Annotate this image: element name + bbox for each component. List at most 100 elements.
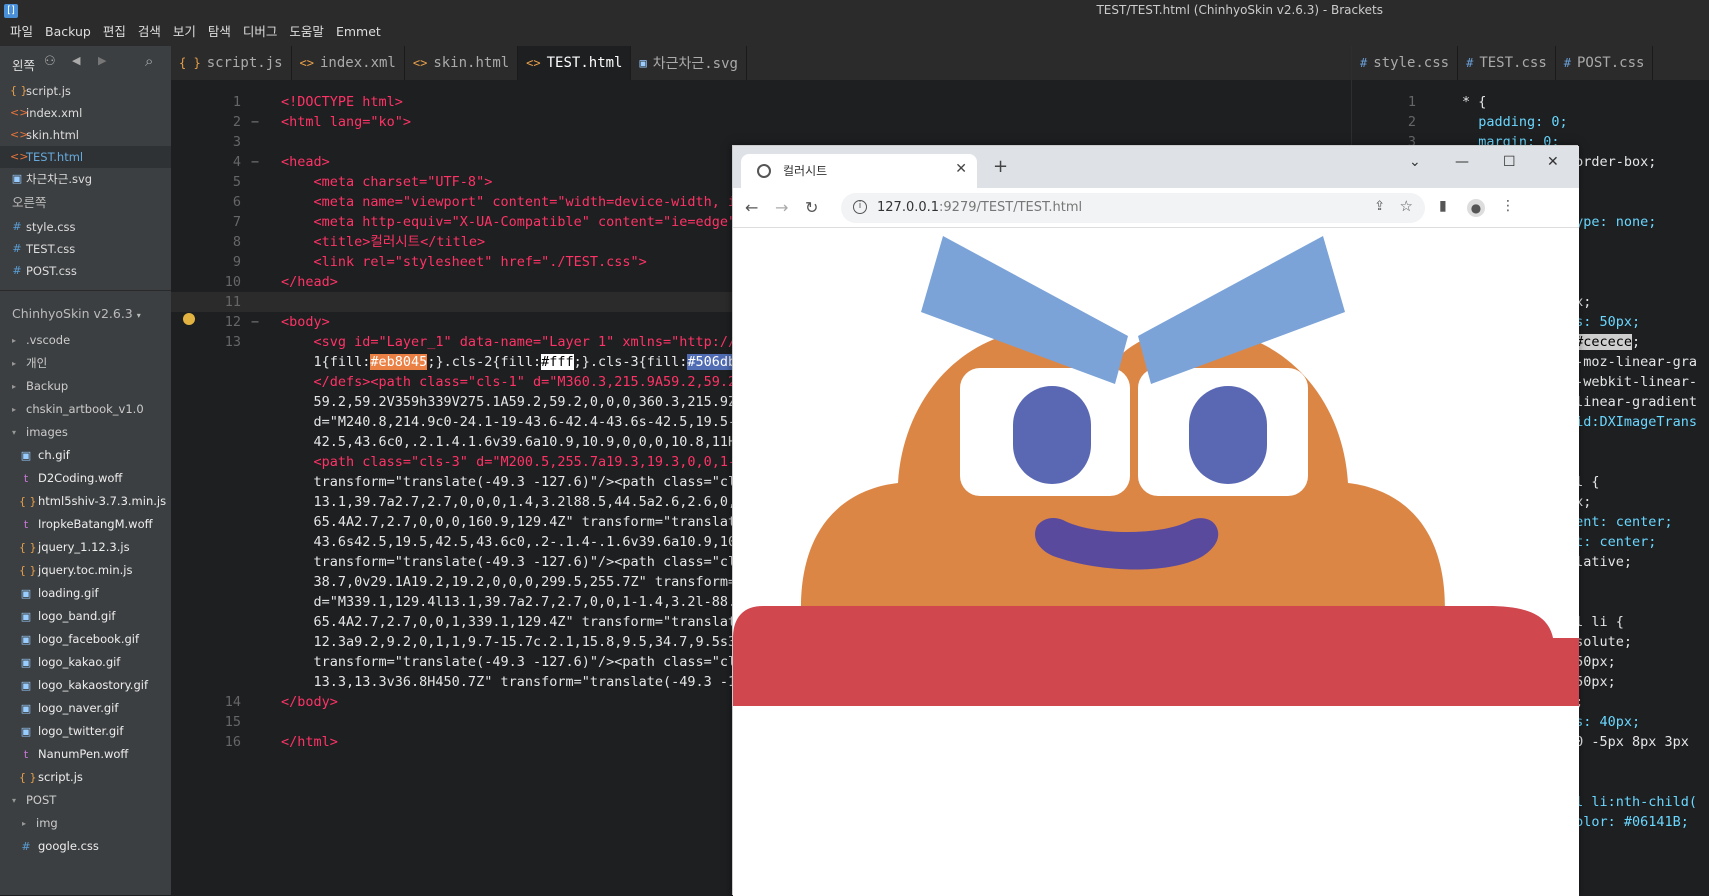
- back-icon[interactable]: ←: [745, 198, 758, 217]
- editor-tab[interactable]: <> TEST.html: [518, 46, 632, 80]
- tree-folder[interactable]: ▾ images: [0, 421, 171, 444]
- tree-file[interactable]: ▣ logo_facebook.gif: [0, 628, 171, 651]
- tree-file[interactable]: ▣ logo_naver.gif: [0, 697, 171, 720]
- code-text: 1{fill:#eb8045;}.cls-2{fill:#fff;}.cls-3…: [281, 354, 745, 370]
- fold-icon[interactable]: −: [251, 112, 259, 132]
- tree-folder[interactable]: ▸ chskin_artbook_v1.0: [0, 398, 171, 421]
- side-panel-icon[interactable]: ▮: [1439, 198, 1447, 214]
- code-text: 65.4A2.7,2.7,0,0,1,339.1,129.4Z" transfo…: [281, 614, 745, 630]
- tree-folder[interactable]: ▸ 개인: [0, 352, 171, 375]
- font-icon: t: [23, 748, 29, 761]
- menu-dots-icon[interactable]: ⋮: [1501, 198, 1515, 214]
- tree-folder[interactable]: ▸ .vscode: [0, 329, 171, 352]
- menu-emmet[interactable]: Emmet: [330, 22, 387, 42]
- chevron-right-icon: ▸: [22, 819, 27, 828]
- forward-icon[interactable]: →: [775, 198, 788, 217]
- project-dropdown[interactable]: ChinhyoSkin v2.6.3 ▾: [0, 299, 171, 329]
- menu-view[interactable]: 보기: [167, 22, 202, 42]
- code-text: <head>: [281, 154, 330, 170]
- line-number: 1: [232, 94, 241, 110]
- right-working-file[interactable]: # style.css: [0, 216, 171, 238]
- menu-debug[interactable]: 디버그: [237, 22, 284, 42]
- search-icon[interactable]: ⌕: [145, 52, 153, 70]
- back-arrow-icon[interactable]: ◀: [72, 54, 80, 67]
- image-icon: ▣: [20, 449, 32, 462]
- fold-icon[interactable]: −: [251, 152, 259, 172]
- tree-file[interactable]: ▣ logo_twitter.gif: [0, 720, 171, 743]
- tree-file[interactable]: ▣ logo_band.gif: [0, 605, 171, 628]
- right-working-file[interactable]: # TEST.css: [0, 238, 171, 260]
- file-name: TEST.html: [26, 150, 84, 164]
- menu-edit[interactable]: 편집: [97, 22, 132, 42]
- tree-file[interactable]: ▣ loading.gif: [0, 582, 171, 605]
- image-icon: ▣: [20, 702, 32, 715]
- tree-file[interactable]: { } jquery_1.12.3.js: [0, 536, 171, 559]
- tree-item-label: Backup: [26, 379, 69, 393]
- tree-file[interactable]: ▣ ch.gif: [0, 444, 171, 467]
- line-number: 9: [232, 254, 241, 270]
- left-working-file[interactable]: <> index.xml: [0, 102, 171, 124]
- browser-tab[interactable]: 컬러시트 ✕: [741, 154, 977, 188]
- tree-folder[interactable]: ▾ POST: [0, 789, 171, 812]
- tree-folder[interactable]: ▸ Backup: [0, 375, 171, 398]
- left-working-file[interactable]: { } script.js: [0, 80, 171, 102]
- tree-file[interactable]: t NanumPen.woff: [0, 743, 171, 766]
- hash-icon: #: [12, 242, 22, 255]
- left-working-file[interactable]: <> skin.html: [0, 124, 171, 146]
- url-path: :9279/TEST/TEST.html: [939, 200, 1083, 215]
- maximize-icon[interactable]: ☐: [1503, 154, 1516, 170]
- right-working-file[interactable]: # POST.css: [0, 260, 171, 282]
- tree-file[interactable]: t D2Coding.woff: [0, 467, 171, 490]
- menu-help[interactable]: 도움말: [283, 22, 330, 42]
- tree-file[interactable]: { } html5shiv-3.7.3.min.js: [0, 490, 171, 513]
- editor-tab[interactable]: ▣ 차근차근.svg: [631, 46, 747, 80]
- menu-search[interactable]: 검색: [132, 22, 167, 42]
- menu-navigate[interactable]: 탐색: [202, 22, 237, 42]
- braces-icon: { }: [19, 564, 37, 577]
- reload-icon[interactable]: ↻: [805, 198, 818, 217]
- new-tab-icon[interactable]: +: [993, 156, 1008, 177]
- tree-file[interactable]: t IropkeBatangM.woff: [0, 513, 171, 536]
- code-text: 12.3a9.2,9.2,0,1,1,9.7-15.7c.2.1,15.8,9.…: [281, 634, 745, 650]
- tab-label: skin.html: [433, 55, 510, 71]
- tree-folder[interactable]: ▸ img: [0, 812, 171, 835]
- tree-item-label: IropkeBatangM.woff: [38, 517, 153, 531]
- minimize-icon[interactable]: —: [1455, 154, 1469, 170]
- close-tab-icon[interactable]: ✕: [955, 161, 967, 177]
- menu-file[interactable]: 파일: [4, 22, 39, 42]
- close-window-icon[interactable]: ✕: [1547, 154, 1559, 170]
- right-editor-tabs: # style.css # TEST.css # POST.css: [1352, 46, 1709, 80]
- editor-tab[interactable]: <> skin.html: [405, 46, 519, 80]
- tree-item-label: logo_kakao.gif: [38, 655, 121, 669]
- right-editor-tab[interactable]: # TEST.css: [1458, 46, 1556, 80]
- right-editor-tab[interactable]: # POST.css: [1556, 46, 1654, 80]
- tree-file[interactable]: { } script.js: [0, 766, 171, 789]
- tree-file[interactable]: ▣ logo_kakaostory.gif: [0, 674, 171, 697]
- left-working-file[interactable]: ▣ 차근차근.svg: [0, 168, 171, 190]
- info-icon[interactable]: i: [853, 200, 867, 214]
- star-icon[interactable]: ☆: [1400, 197, 1413, 215]
- image-icon: ▣: [20, 679, 32, 692]
- tab-search-icon[interactable]: ⌄: [1409, 154, 1421, 170]
- profile-icon[interactable]: ●: [1467, 199, 1485, 217]
- editor-tab[interactable]: <> index.xml: [292, 46, 405, 80]
- tree-file[interactable]: ▣ logo_kakao.gif: [0, 651, 171, 674]
- right-editor-tab[interactable]: # style.css: [1352, 46, 1459, 80]
- forward-arrow-icon[interactable]: ▶: [98, 54, 106, 67]
- editor-tab[interactable]: { } script.js: [171, 46, 292, 80]
- menu-backup[interactable]: Backup: [39, 22, 97, 42]
- binoculars-icon[interactable]: ⚇: [44, 54, 56, 69]
- fold-icon[interactable]: −: [251, 312, 259, 332]
- share-icon[interactable]: ⇪: [1374, 199, 1385, 214]
- tree-file[interactable]: { } jquery.toc.min.js: [0, 559, 171, 582]
- chevron-right-icon: ▸: [12, 336, 17, 345]
- tree-item-label: POST: [26, 793, 57, 807]
- browser-tab-title: 컬러시트: [783, 164, 828, 178]
- url-text[interactable]: 127.0.0.1:9279/TEST/TEST.html: [877, 200, 1082, 215]
- tree-item-label: logo_band.gif: [38, 609, 116, 623]
- tree-file[interactable]: # google.css: [0, 835, 171, 858]
- tree-item-label: loading.gif: [38, 586, 99, 600]
- code-text: linear-gradient: [1567, 394, 1698, 410]
- omnibox[interactable]: i 127.0.0.1:9279/TEST/TEST.html ⇪ ☆: [841, 193, 1425, 223]
- left-working-file[interactable]: <> TEST.html: [0, 146, 171, 168]
